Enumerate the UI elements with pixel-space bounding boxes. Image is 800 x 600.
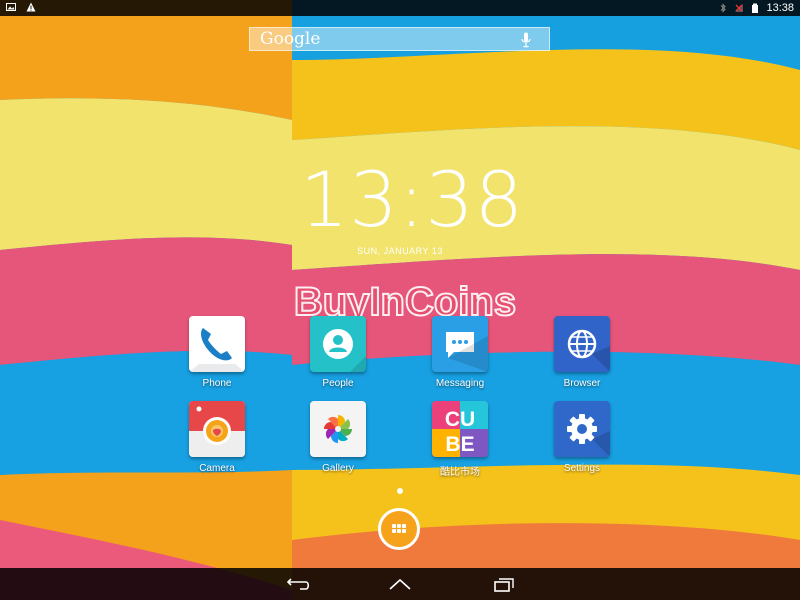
phone-icon	[189, 316, 245, 372]
settings-icon	[554, 401, 610, 457]
page-indicator	[397, 488, 403, 494]
home-icon[interactable]	[385, 574, 415, 594]
app-gallery[interactable]: Gallery	[293, 401, 383, 474]
cube-market-icon: CU BE	[432, 401, 488, 457]
bluetooth-icon	[721, 3, 727, 13]
all-apps-button[interactable]	[378, 508, 420, 550]
app-label: Browser	[563, 378, 601, 389]
navigation-bar	[0, 568, 800, 600]
app-settings[interactable]: Settings	[537, 401, 627, 474]
clock-widget-time[interactable]: 13:38	[300, 160, 523, 240]
recents-icon[interactable]	[489, 574, 519, 594]
battery-icon	[752, 3, 759, 13]
gallery-icon	[310, 401, 366, 457]
browser-icon	[554, 316, 610, 372]
app-label: Messaging	[435, 378, 485, 389]
camera-icon	[189, 401, 245, 457]
status-bar: 13:38	[0, 0, 800, 16]
app-camera[interactable]: Camera	[172, 401, 262, 474]
app-people[interactable]: People	[293, 316, 383, 389]
clock-widget-date: SUN, JANUARY 13	[357, 246, 443, 256]
warning-icon[interactable]	[26, 2, 36, 12]
people-icon	[310, 316, 366, 372]
back-icon[interactable]	[282, 574, 312, 594]
app-cube-market[interactable]: CU BE 酷比市场	[415, 401, 505, 478]
app-label: Phone	[202, 378, 232, 389]
app-phone[interactable]: Phone	[172, 316, 262, 389]
app-drawer-icon	[392, 524, 406, 534]
app-browser[interactable]: Browser	[537, 316, 627, 389]
no-signal-icon	[735, 4, 744, 12]
cube-tile-text-top: CU	[445, 408, 475, 431]
app-label: Settings	[563, 463, 601, 474]
image-notification-icon[interactable]	[6, 2, 16, 12]
app-label: Gallery	[322, 463, 354, 474]
app-messaging[interactable]: Messaging	[415, 316, 505, 389]
app-label: People	[322, 378, 354, 389]
messaging-icon	[432, 316, 488, 372]
status-time: 13:38	[766, 2, 794, 14]
google-logo[interactable]: Google	[260, 29, 320, 49]
app-label: 酷比市场	[440, 467, 480, 478]
app-label: Camera	[199, 463, 235, 474]
google-search-bar[interactable]: Google	[249, 27, 550, 51]
cube-tile-text-bottom: BE	[445, 433, 474, 456]
mic-icon[interactable]	[521, 32, 531, 48]
